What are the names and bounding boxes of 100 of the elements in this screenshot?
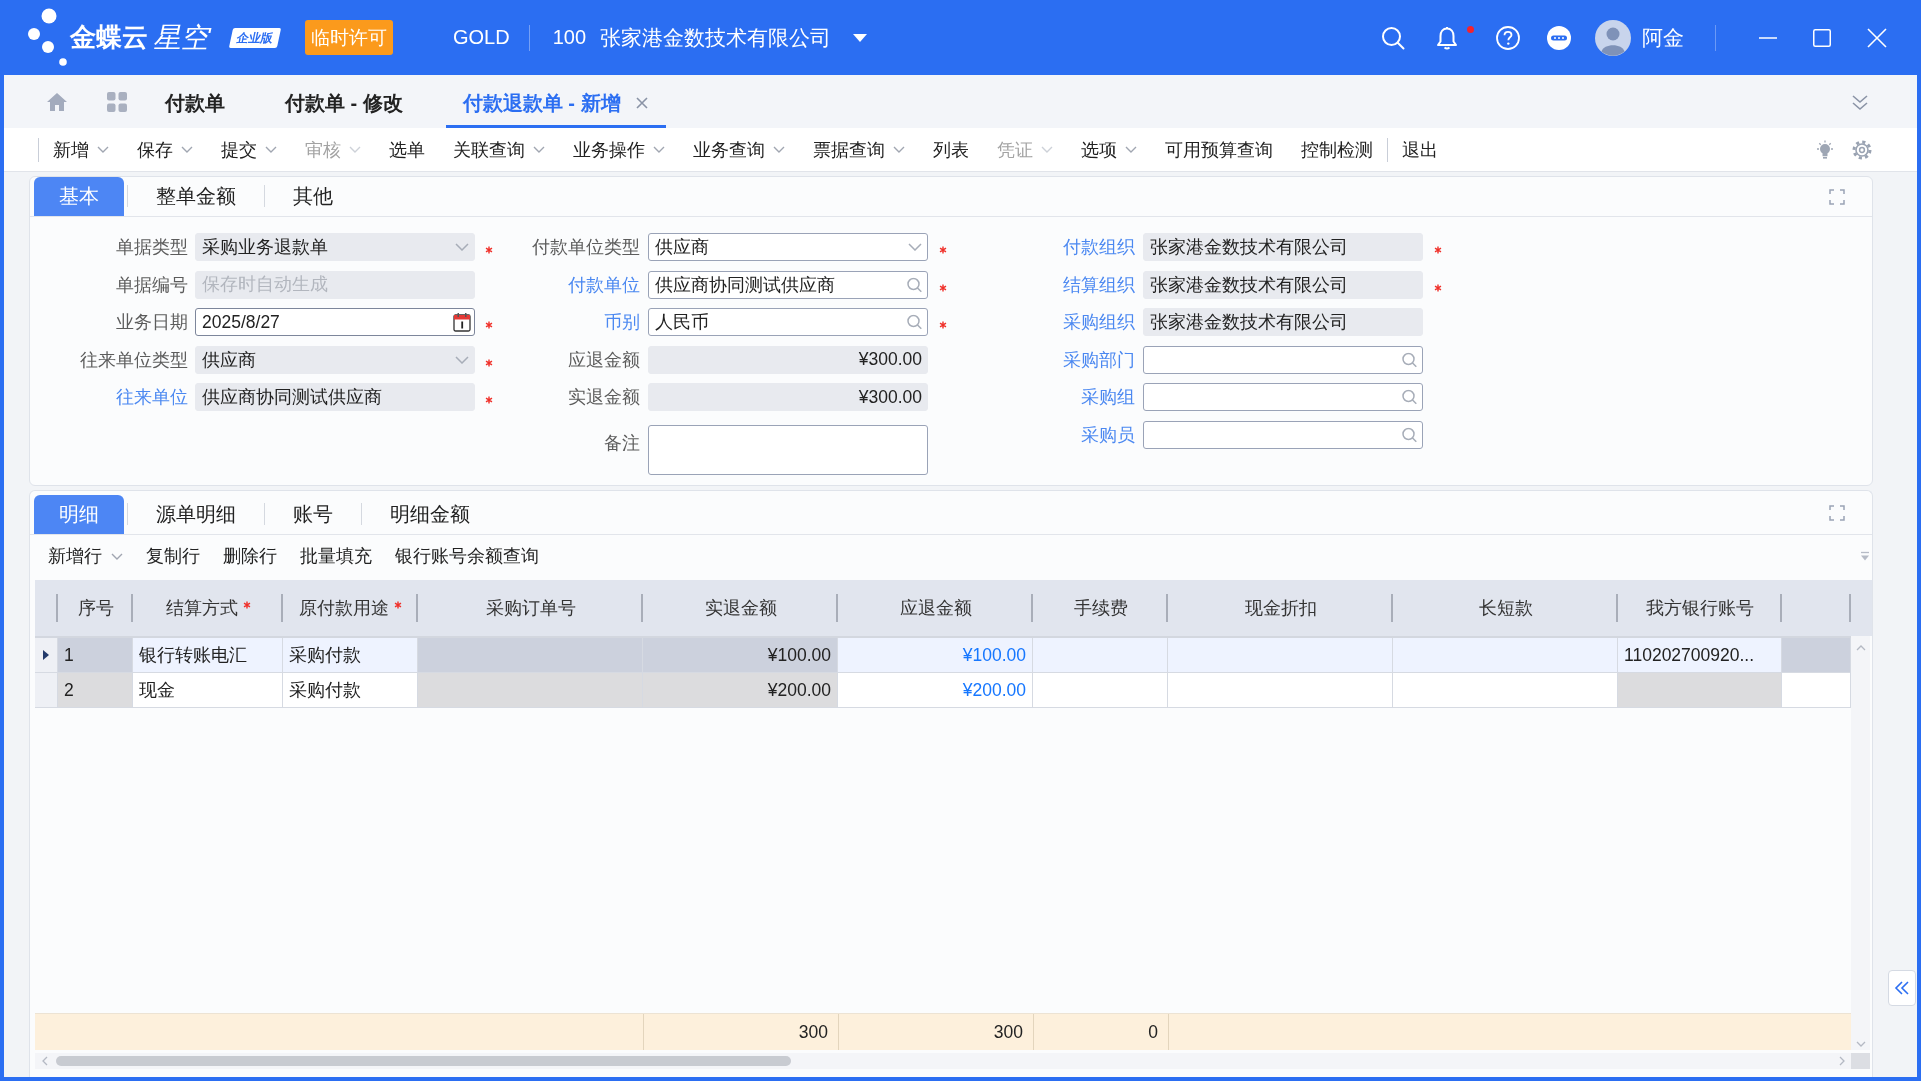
column-header: 原付款用途: [299, 597, 389, 620]
amount-field[interactable]: ¥300.00: [648, 383, 928, 411]
maximize-icon[interactable]: [1813, 28, 1831, 47]
panel-tab[interactable]: 整单金额: [131, 177, 261, 216]
lookup-field[interactable]: [1143, 420, 1423, 449]
chevron-up-icon[interactable]: [1855, 645, 1866, 651]
avatar-icon[interactable]: [1595, 19, 1631, 56]
help-icon[interactable]: [1496, 25, 1520, 50]
search-icon[interactable]: [1381, 25, 1405, 50]
double-chevron-down-icon[interactable]: [1851, 92, 1869, 111]
dropdown-field[interactable]: 供应商: [648, 233, 928, 261]
text-field[interactable]: 张家港金数技术有限公司: [1143, 308, 1423, 336]
textarea-field[interactable]: [648, 424, 928, 475]
panel-tab[interactable]: 其他: [268, 177, 358, 216]
caret-down-icon[interactable]: [181, 146, 193, 153]
text-field[interactable]: 供应商协同测试供应商: [195, 383, 475, 411]
document-tab[interactable]: 付款单: [148, 75, 242, 128]
caret-down-icon[interactable]: [110, 552, 123, 560]
chevron-down-icon[interactable]: [455, 243, 469, 251]
lookup-field[interactable]: 人民币: [648, 308, 928, 336]
chevron-down-icon[interactable]: [455, 355, 469, 364]
toolbar-button[interactable]: 保存: [123, 132, 207, 167]
toolbar-button[interactable]: 业务查询: [679, 132, 799, 167]
toolbar-button[interactable]: 提交: [207, 132, 291, 167]
toolbar-button[interactable]: 票据查询: [799, 132, 919, 167]
more-icon[interactable]: [1547, 25, 1571, 50]
toolbar-button[interactable]: 列表: [919, 132, 983, 167]
close-icon[interactable]: [634, 96, 649, 110]
text-field[interactable]: 张家港金数技术有限公司: [1143, 270, 1423, 299]
lookup-field[interactable]: [1143, 345, 1423, 374]
amount-field[interactable]: ¥300.00: [648, 345, 928, 374]
toolbar-button[interactable]: 新增行: [36, 540, 134, 572]
toolbar-button[interactable]: 可用预算查询: [1151, 132, 1287, 167]
column-header: 应退金额: [899, 597, 972, 620]
lookup-field[interactable]: 供应商协同测试供应商: [648, 270, 928, 299]
toolbar-button[interactable]: 批量填充: [288, 540, 383, 572]
row-indicator[interactable]: [35, 638, 58, 673]
scrollbar-corner: [1851, 1053, 1870, 1069]
table-cell: 1: [58, 638, 133, 673]
scrollbar-thumb[interactable]: [56, 1056, 791, 1066]
document-tab[interactable]: 付款单 - 修改: [268, 75, 420, 128]
data-center-name: GOLD: [453, 26, 510, 49]
toolbar-button[interactable]: 复制行: [134, 540, 211, 572]
user-name[interactable]: 阿金: [1642, 23, 1684, 52]
caret-down-icon[interactable]: [773, 146, 785, 153]
search-icon[interactable]: [907, 277, 922, 292]
search-icon[interactable]: [907, 314, 922, 330]
caret-down-icon[interactable]: [97, 146, 109, 153]
fullscreen-icon[interactable]: [1829, 504, 1845, 521]
fullscreen-icon[interactable]: [1829, 188, 1845, 205]
dropdown-field[interactable]: 供应商: [195, 345, 475, 374]
total-cell: 300: [838, 1014, 1033, 1050]
menu-arrow-icon[interactable]: [1860, 551, 1870, 561]
toolbar-button[interactable]: 新增: [39, 132, 123, 167]
grid-icon[interactable]: [107, 91, 127, 112]
caret-down-icon[interactable]: [265, 146, 277, 153]
chevron-down-icon[interactable]: [908, 243, 922, 251]
column-header: 结算方式: [165, 597, 238, 620]
caret-down-icon[interactable]: [893, 146, 905, 153]
collapse-button[interactable]: [1888, 970, 1916, 1006]
caret-down-icon[interactable]: [853, 33, 868, 42]
panel-tab[interactable]: 账号: [268, 495, 358, 534]
toolbar-button[interactable]: 关联查询: [439, 132, 559, 167]
vertical-scrollbar[interactable]: [1851, 636, 1870, 1050]
caret-down-icon[interactable]: [533, 146, 545, 153]
panel-tab[interactable]: 明细金额: [365, 495, 495, 534]
double-chevron-left-icon[interactable]: [1894, 981, 1910, 995]
lightbulb-icon[interactable]: [1816, 140, 1834, 159]
table-cell: ¥100.00: [643, 638, 838, 673]
toolbar-button[interactable]: 业务操作: [559, 132, 679, 167]
text-field[interactable]: 张家港金数技术有限公司: [1143, 233, 1423, 261]
calendar-icon[interactable]: [453, 312, 471, 332]
field-label: 往来单位: [116, 386, 188, 409]
search-icon[interactable]: [1402, 427, 1417, 442]
chevron-right-icon[interactable]: [1839, 1056, 1845, 1066]
chevron-left-icon[interactable]: [42, 1056, 48, 1066]
bell-icon[interactable]: [1436, 25, 1458, 50]
table-cell[interactable]: ¥200.00: [838, 673, 1033, 708]
lookup-field[interactable]: [1143, 383, 1423, 411]
settings-icon[interactable]: [1852, 139, 1872, 160]
field-label: 付款组织: [1063, 236, 1135, 259]
minimize-icon[interactable]: [1759, 36, 1777, 39]
toolbar-button[interactable]: 选单: [375, 132, 439, 167]
search-icon[interactable]: [1402, 389, 1417, 405]
field-label: 结算组织: [1063, 273, 1135, 297]
caret-down-icon[interactable]: [653, 146, 665, 153]
table-cell[interactable]: ¥100.00: [838, 638, 1033, 673]
panel-tab[interactable]: 源单明细: [131, 495, 261, 534]
caret-down-icon[interactable]: [1125, 146, 1137, 153]
toolbar-button[interactable]: 选项: [1067, 132, 1151, 167]
search-icon[interactable]: [1402, 352, 1417, 367]
dropdown-field[interactable]: 采购业务退款单: [195, 233, 475, 261]
toolbar-button[interactable]: 控制检测: [1287, 132, 1387, 167]
chevron-down-icon[interactable]: [1855, 1041, 1866, 1047]
home-icon[interactable]: [46, 91, 68, 112]
date-field[interactable]: 2025/8/27: [195, 308, 475, 336]
toolbar-button[interactable]: 银行账号余额查询: [383, 540, 550, 572]
horizontal-scrollbar[interactable]: [35, 1053, 1851, 1069]
toolbar-button[interactable]: 删除行: [211, 540, 288, 572]
toolbar-button[interactable]: 退出: [1388, 132, 1452, 167]
